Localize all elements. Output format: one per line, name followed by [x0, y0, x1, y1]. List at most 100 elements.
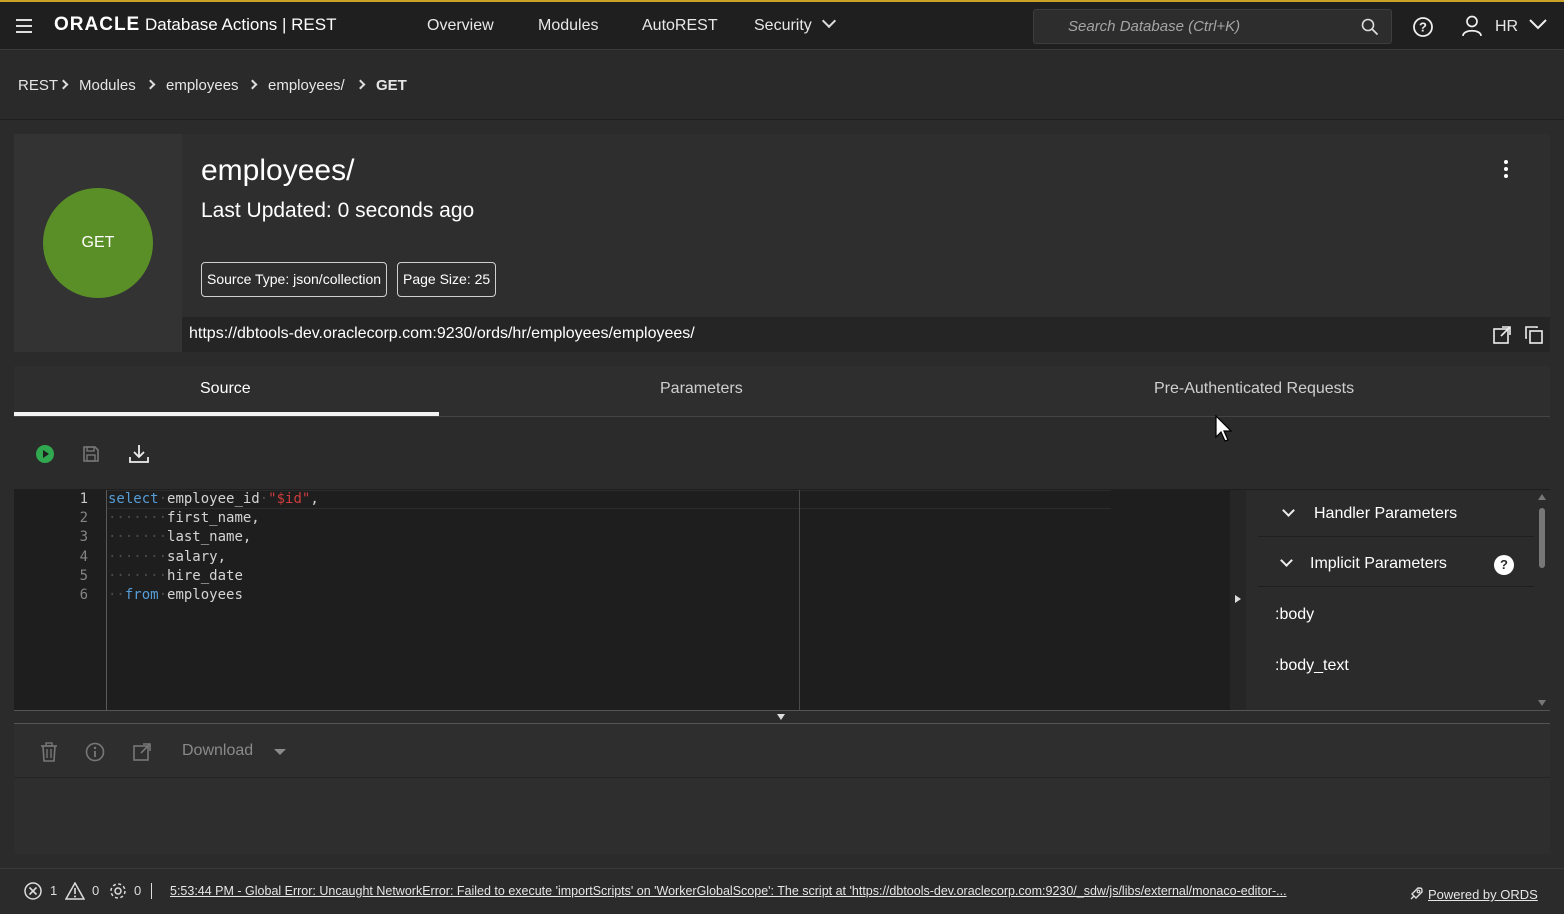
run-icon[interactable] [35, 444, 55, 464]
tab-pre-authenticated-requests[interactable]: Pre-Authenticated Requests [1154, 380, 1354, 398]
code-left-border [106, 490, 107, 710]
breadcrumb-separator-icon [58, 79, 69, 90]
handler-url: https://dbtools-dev.oraclecorp.com:9230/… [189, 325, 695, 342]
implicit-parameters-section[interactable]: Implicit Parameters ? [1258, 541, 1534, 587]
breadcrumb-module-employees[interactable]: employees [166, 77, 239, 94]
info-icon[interactable] [85, 742, 105, 762]
sql-string: "$id" [268, 491, 311, 507]
status-separator [151, 883, 152, 899]
parameter-item[interactable]: :body [1275, 606, 1314, 624]
sql-identifier: first_name, [167, 510, 260, 526]
download-icon[interactable] [128, 443, 150, 465]
editor-toolbar [14, 418, 1550, 490]
breadcrumb: REST Modules employees employees/ GET [0, 50, 1564, 120]
breadcrumb-template-employees[interactable]: employees/ [268, 77, 345, 94]
code-line-2: ·······first_name, [108, 510, 260, 526]
help-icon[interactable]: ? [1494, 555, 1514, 575]
brand[interactable]: ORACLE Database Actions | REST [54, 14, 337, 36]
results-area [14, 778, 1550, 854]
breadcrumb-modules[interactable]: Modules [79, 77, 136, 94]
active-tab-indicator [14, 412, 439, 416]
breadcrumb-separator-icon [355, 79, 366, 90]
results-toolbar: Download [14, 724, 1550, 778]
method-panel: GET [14, 134, 182, 352]
error-count[interactable]: 1 [50, 883, 57, 898]
powered-by-label: Powered by ORDS [1428, 887, 1538, 902]
gear-icon[interactable] [108, 881, 128, 901]
editor-ruler [799, 490, 800, 710]
hamburger-menu-icon[interactable] [16, 19, 32, 33]
copy-icon[interactable] [1524, 325, 1544, 345]
handler-parameters-section[interactable]: Handler Parameters [1258, 491, 1534, 537]
settings-count[interactable]: 0 [134, 883, 141, 898]
sql-identifier: salary, [167, 549, 227, 565]
sql-keyword: from [124, 587, 159, 603]
sql-identifier: employees [167, 587, 243, 603]
user-name[interactable]: HR [1495, 18, 1518, 36]
breadcrumb-separator-icon [247, 79, 258, 90]
caret-down-icon[interactable] [274, 749, 286, 755]
global-error-message[interactable]: 5:53:44 PM - Global Error: Uncaught Netw… [170, 884, 1375, 898]
handler-url-bar: https://dbtools-dev.oraclecorp.com:9230/… [182, 317, 1550, 352]
search-box[interactable] [1033, 9, 1392, 44]
user-icon[interactable] [1462, 15, 1482, 37]
handler-parameters-label: Handler Parameters [1314, 505, 1458, 522]
caret-down-icon[interactable] [776, 713, 786, 721]
tab-bar: Source Parameters Pre-Authenticated Requ… [14, 366, 1550, 417]
download-menu-button[interactable]: Download [182, 742, 253, 760]
line-number: 5 [79, 568, 88, 584]
brand-section: REST [291, 15, 337, 34]
open-in-new-tab-icon[interactable] [132, 742, 152, 762]
tab-parameters[interactable]: Parameters [660, 380, 743, 398]
panel-splitter[interactable] [1232, 490, 1246, 710]
line-number: 6 [79, 587, 88, 603]
sql-identifier: employee_id [167, 491, 260, 507]
svg-text:?: ? [1419, 20, 1427, 35]
scroll-up-icon[interactable] [1537, 493, 1547, 501]
line-number: 4 [79, 549, 88, 565]
caret-right-icon[interactable] [1234, 594, 1242, 604]
powered-by-ords-link[interactable]: Powered by ORDS [1408, 883, 1538, 902]
line-number: 1 [79, 491, 88, 507]
warning-icon[interactable] [65, 882, 85, 900]
help-icon[interactable]: ? [1412, 16, 1434, 38]
results-splitter[interactable] [14, 710, 1550, 724]
chevron-down-icon [1282, 504, 1295, 517]
search-input[interactable] [1068, 18, 1348, 35]
tab-source[interactable]: Source [200, 380, 251, 398]
rocket-icon [1410, 887, 1423, 900]
code-line-5: ·······hire_date [108, 568, 243, 584]
parameters-panel: Handler Parameters Implicit Parameters ?… [1246, 490, 1550, 710]
code-line-6: ··from·employees [108, 587, 243, 603]
status-bar: 1 0 0 5:53:44 PM - Global Error: Uncaugh… [0, 868, 1564, 914]
user-menu-chevron-icon[interactable] [1528, 17, 1548, 31]
code-editor[interactable]: 1 2 3 4 5 6 select·employee_id·"$id", ··… [14, 490, 1246, 710]
scroll-down-icon[interactable] [1537, 699, 1547, 707]
nav-security-label: Security [754, 17, 812, 34]
chevron-down-icon [821, 13, 836, 29]
breadcrumb-current-get: GET [376, 77, 407, 94]
line-number-gutter: 1 2 3 4 5 6 [14, 490, 106, 710]
nav-security[interactable]: Security [754, 13, 836, 35]
save-icon[interactable] [81, 444, 101, 464]
breadcrumb-rest[interactable]: REST [18, 77, 58, 94]
parameters-scrollbar-thumb[interactable] [1539, 508, 1545, 568]
nav-autorest[interactable]: AutoREST [642, 17, 718, 35]
implicit-parameters-label: Implicit Parameters [1310, 555, 1447, 572]
parameters-scrollbar[interactable] [1534, 490, 1550, 710]
search-icon[interactable] [1361, 18, 1379, 36]
nav-modules[interactable]: Modules [538, 17, 598, 35]
brand-product: Database Actions | [144, 15, 287, 34]
more-options-icon[interactable] [1504, 160, 1510, 181]
nav-overview[interactable]: Overview [427, 17, 494, 35]
source-type-chip: Source Type: json/collection [201, 262, 388, 297]
warning-count[interactable]: 0 [92, 883, 99, 898]
code-line-3: ·······last_name, [108, 529, 252, 545]
trash-icon[interactable] [40, 742, 58, 762]
error-icon[interactable] [24, 882, 42, 900]
chevron-down-icon [1280, 554, 1293, 567]
open-in-new-tab-icon[interactable] [1492, 325, 1512, 345]
parameter-item[interactable]: :body_text [1275, 657, 1349, 675]
method-badge: GET [43, 188, 153, 298]
top-bar: ORACLE Database Actions | REST Overview … [0, 0, 1564, 50]
